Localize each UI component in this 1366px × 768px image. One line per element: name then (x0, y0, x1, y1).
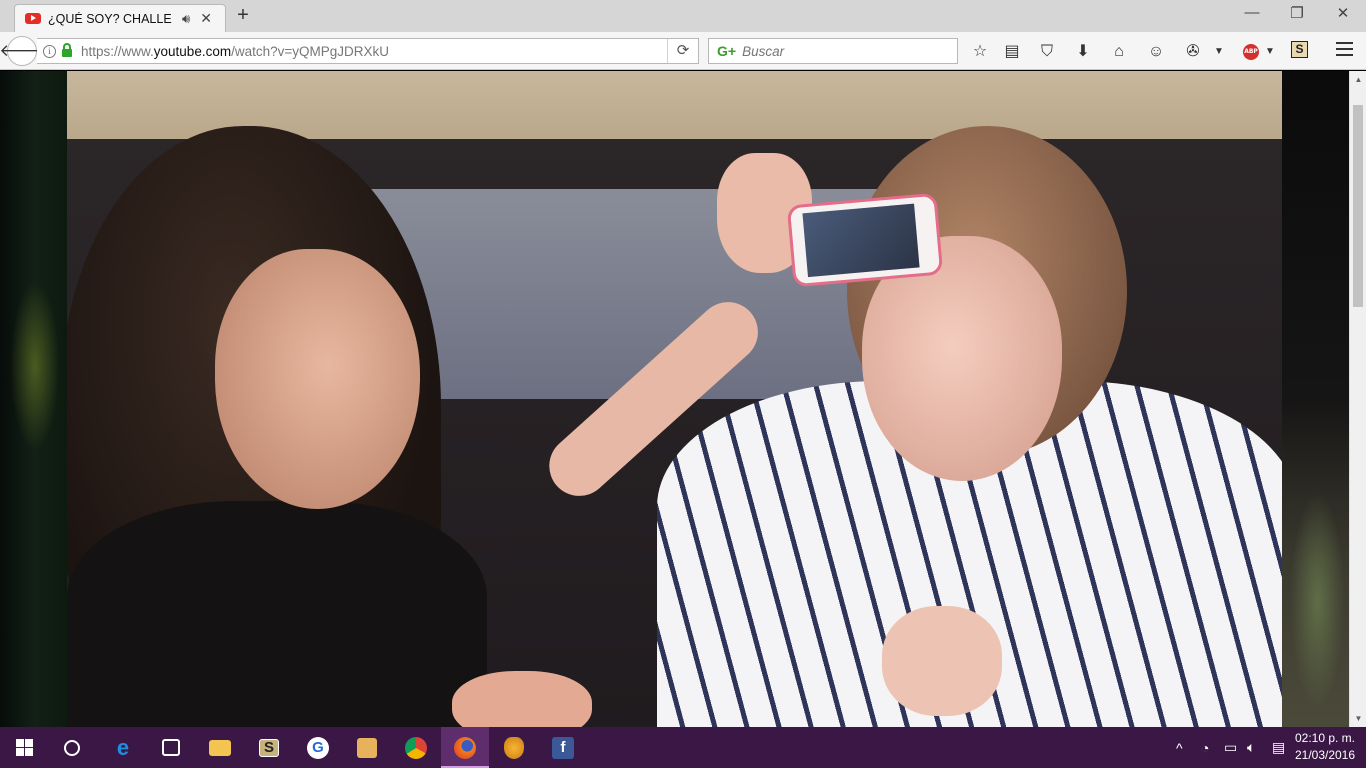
window-close-button[interactable]: ✕ (1323, 4, 1363, 22)
taskbar-media-player[interactable] (343, 727, 391, 768)
youtube-favicon-icon (25, 13, 41, 24)
battery-icon[interactable]: ▭ (1224, 727, 1237, 768)
back-button[interactable]: 🡐 (0, 36, 45, 66)
reading-list-icon[interactable]: ▤ (1001, 41, 1023, 63)
left-person-face (215, 249, 420, 509)
phone-on-forehead (786, 192, 944, 288)
media-player-icon (357, 737, 377, 758)
scroll-down-icon[interactable]: ▼ (1350, 710, 1366, 727)
firefox-icon (454, 736, 476, 759)
taskbar-store[interactable] (147, 727, 195, 768)
clock-date: 21/03/2016 (1294, 748, 1356, 762)
info-icon[interactable]: i (43, 44, 56, 58)
bookmark-star-icon[interactable]: ☆ (969, 41, 991, 63)
windows-logo-icon (15, 739, 33, 756)
taskbar-fl-studio[interactable] (490, 727, 538, 768)
url-bar[interactable]: i https://www.youtube.com/watch?v=yQMPgJ… (37, 38, 699, 64)
wifi-icon[interactable]: ◔ (1201, 727, 1209, 768)
system-clock[interactable]: 02:10 p. m. 21/03/2016 (1292, 730, 1358, 764)
video-blur-left (0, 71, 67, 727)
notifications-icon[interactable]: ▤ (1272, 727, 1285, 768)
tab-strip: ¿QUÉ SOY? CHALLEN... 🔊︎ ✕ + — ❐ ✕ (0, 0, 1366, 32)
hello-icon[interactable]: ☺ (1145, 41, 1167, 63)
home-icon[interactable]: ⌂ (1108, 41, 1130, 63)
clock-time: 02:10 p. m. (1294, 731, 1356, 745)
search-input[interactable] (742, 43, 943, 59)
pocket-icon[interactable]: ⛉ (1036, 41, 1058, 63)
extension-icon[interactable]: ✇ (1182, 41, 1204, 63)
video-blur-right (1282, 71, 1349, 727)
speaker-icon[interactable]: 🔊︎ (182, 11, 190, 27)
app-g-icon: G (307, 736, 329, 759)
left-person-hands (452, 671, 592, 727)
start-button[interactable] (0, 727, 48, 768)
tab-youtube-video[interactable]: ¿QUÉ SOY? CHALLEN... 🔊︎ ✕ (14, 4, 226, 32)
left-person-shirt (67, 501, 487, 727)
download-icon[interactable]: ⬇ (1072, 41, 1094, 63)
url-text: https://www.youtube.com/watch?v=yQMPgJDR… (81, 43, 389, 59)
navigation-bar: 🡐 i https://www.youtube.com/watch?v=yQMP… (0, 32, 1366, 70)
scroll-up-icon[interactable]: ▲ (1350, 71, 1366, 88)
taskbar-file-explorer[interactable] (196, 727, 244, 768)
edge-icon: e (116, 734, 130, 760)
store-icon (162, 739, 180, 756)
taskbar: e S G f ^ ◔ ▭ 🔈︎ ▤ 02:10 p. m. 21/03/201… (0, 727, 1366, 768)
tab-close-icon[interactable]: ✕ (200, 10, 212, 27)
scrollbar-thumb[interactable] (1353, 105, 1363, 307)
hamburger-menu-icon[interactable] (1336, 42, 1353, 60)
taskbar-app-s[interactable]: S (245, 727, 293, 768)
video-player[interactable] (0, 71, 1349, 727)
tab-title: ¿QUÉ SOY? CHALLEN... (48, 11, 172, 26)
chrome-icon (405, 736, 427, 759)
show-hidden-icons-icon[interactable]: ^ (1176, 727, 1183, 768)
folder-icon (209, 739, 231, 756)
video-frame[interactable] (67, 71, 1282, 727)
facebook-icon: f (552, 736, 574, 759)
google-search-icon: G+ (717, 43, 737, 59)
taskbar-firefox[interactable] (441, 727, 489, 768)
volume-icon[interactable]: 🔈︎ (1247, 727, 1255, 768)
search-box[interactable]: G+ (708, 38, 958, 64)
adblock-plus-icon[interactable]: ABP (1243, 44, 1259, 60)
menu-arrow-icon[interactable]: ▼ (1208, 41, 1230, 63)
reload-icon[interactable]: ⟳ (667, 39, 698, 63)
minimize-button[interactable]: — (1232, 4, 1272, 21)
s-extension-icon[interactable]: S (1291, 41, 1308, 58)
new-tab-button[interactable]: + (234, 5, 252, 27)
fl-studio-icon (504, 736, 524, 759)
taskbar-app-g[interactable]: G (294, 727, 342, 768)
taskbar-facebook[interactable]: f (539, 727, 587, 768)
right-person-gesture-hand (882, 606, 1002, 716)
taskbar-edge[interactable]: e (99, 727, 147, 768)
app-s-icon: S (259, 738, 279, 757)
adblock-menu-arrow-icon[interactable]: ▼ (1259, 41, 1281, 63)
cortana-search-button[interactable] (48, 727, 96, 768)
restore-button[interactable]: ❐ (1277, 4, 1317, 22)
taskbar-chrome[interactable] (392, 727, 440, 768)
lock-icon[interactable] (62, 43, 72, 57)
cortana-icon (64, 739, 80, 756)
page-scrollbar[interactable]: ▲ ▼ (1349, 71, 1366, 727)
